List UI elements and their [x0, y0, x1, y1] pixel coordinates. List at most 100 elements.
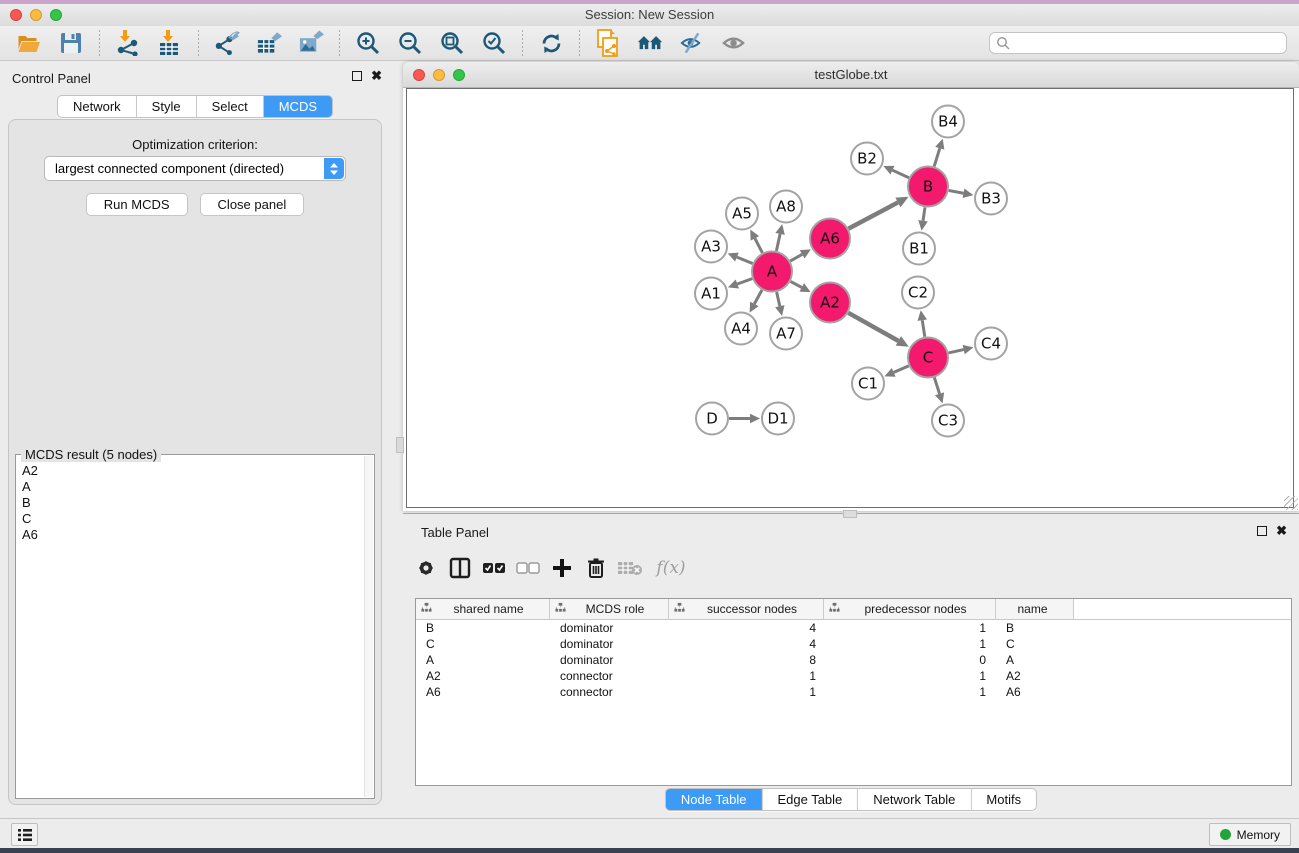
eye-slash-icon	[679, 31, 705, 55]
zoom-out-button[interactable]	[397, 30, 423, 56]
network-from-selection-button[interactable]	[595, 30, 621, 56]
graph-node-label: A5	[732, 205, 752, 223]
graph-edge-B-B3[interactable]	[949, 190, 964, 193]
graph-edge-C-C4[interactable]	[948, 350, 963, 353]
graph-edge-A-A3[interactable]	[737, 257, 753, 263]
task-history-button[interactable]	[11, 823, 38, 846]
table-panel-float-icon[interactable]	[1257, 526, 1267, 536]
first-neighbors-button[interactable]	[637, 30, 663, 56]
table-cell: 0	[824, 653, 996, 667]
search-input[interactable]	[1011, 34, 1286, 52]
network-zoom-button[interactable]	[453, 69, 465, 81]
mcds-result-scrollbar[interactable]	[364, 456, 373, 797]
window-resize-grip[interactable]	[1284, 496, 1298, 510]
table-panel-close-icon[interactable]: ✖	[1276, 526, 1287, 536]
graph-edge-A6-B[interactable]	[849, 202, 898, 228]
table-row[interactable]: A6connector11A6	[416, 684, 1291, 700]
graph-edge-B-B2[interactable]	[892, 170, 908, 178]
zoom-in-button[interactable]	[355, 30, 381, 56]
tab-motifs[interactable]: Motifs	[970, 789, 1036, 810]
import-table-button[interactable]	[157, 30, 183, 56]
column-header-label: MCDS role	[566, 602, 668, 616]
graph-edge-C-C3[interactable]	[934, 378, 939, 394]
mcds-result-item[interactable]: B	[22, 495, 362, 511]
export-image-button[interactable]	[298, 30, 324, 56]
mcds-result-item[interactable]: A	[22, 479, 362, 495]
mcds-result-item[interactable]: A2	[22, 463, 362, 479]
run-mcds-button[interactable]: Run MCDS	[86, 193, 188, 216]
save-session-button[interactable]	[58, 30, 84, 56]
show-all-button[interactable]	[721, 30, 747, 56]
graph-node-label: B4	[938, 113, 958, 131]
search-field[interactable]	[989, 32, 1287, 54]
add-column-button[interactable]	[547, 554, 577, 582]
control-panel-float-icon[interactable]	[352, 71, 362, 81]
zoom-fit-button[interactable]	[439, 30, 465, 56]
mcds-result-item[interactable]: A6	[22, 527, 362, 543]
graph-edge-C-C2[interactable]	[922, 320, 925, 337]
graph-edge-A-A5[interactable]	[755, 238, 762, 252]
export-network-button[interactable]	[214, 30, 240, 56]
tab-edge-table[interactable]: Edge Table	[761, 789, 857, 810]
graph-edge-A-A2[interactable]	[791, 281, 802, 287]
network-minimize-button[interactable]	[433, 69, 445, 81]
graph-edge-B-B4[interactable]	[934, 148, 940, 166]
table-cell: connector	[550, 669, 669, 683]
window-minimize-button[interactable]	[30, 9, 42, 21]
table-row[interactable]: Bdominator41B	[416, 620, 1291, 636]
graph-node-label: A4	[731, 320, 751, 338]
graph-edge-A-A6[interactable]	[790, 254, 802, 261]
graph-edge-A-A4[interactable]	[754, 290, 762, 304]
tab-network[interactable]: Network	[58, 96, 136, 117]
optimization-criterion-dropdown[interactable]: largest connected component (directed)	[44, 156, 346, 181]
column-header-predecessor-nodes[interactable]: predecessor nodes	[824, 599, 996, 619]
dropdown-spinner-icon	[324, 158, 344, 179]
network-canvas[interactable]: B4B2BB3B1A5A8A6A3AA1A4A7A2C2CC4C1C3DD1	[406, 88, 1294, 508]
graph-edge-A-A7[interactable]	[777, 292, 780, 306]
column-header-shared-name[interactable]: shared name	[416, 599, 550, 619]
delete-column-button[interactable]	[581, 554, 611, 582]
graph-edge-C-C1[interactable]	[894, 366, 909, 373]
deselect-all-button[interactable]	[513, 554, 543, 582]
column-header-name[interactable]: name	[996, 599, 1074, 619]
column-header-successor-nodes[interactable]: successor nodes	[669, 599, 824, 619]
memory-button[interactable]: Memory	[1209, 823, 1291, 846]
tab-mcds[interactable]: MCDS	[263, 96, 332, 117]
tab-style[interactable]: Style	[136, 96, 196, 117]
graph-edge-A-A8[interactable]	[776, 234, 780, 251]
select-all-button[interactable]	[479, 554, 509, 582]
graph-node-label: B	[923, 178, 933, 196]
vertical-splitter-handle[interactable]	[396, 437, 404, 453]
edge-arrowhead	[935, 392, 944, 403]
import-network-button[interactable]	[115, 30, 141, 56]
tab-network-table[interactable]: Network Table	[857, 789, 970, 810]
zoom-selected-button[interactable]	[481, 30, 507, 56]
delete-table-button[interactable]	[615, 554, 645, 582]
node-table[interactable]: shared name MCDS rolesuccessor nodesprede…	[415, 598, 1292, 786]
network-close-button[interactable]	[413, 69, 425, 81]
table-options-button[interactable]	[411, 554, 441, 582]
graph-node-label: A8	[776, 198, 796, 216]
table-row[interactable]: Cdominator41C	[416, 636, 1291, 652]
column-header-mcds-role[interactable]: MCDS role	[550, 599, 669, 619]
mcds-result-item[interactable]: C	[22, 511, 362, 527]
graph-edge-B-B1[interactable]	[923, 207, 925, 221]
graph-edge-A2-C[interactable]	[848, 313, 898, 341]
table-row[interactable]: Adominator80A	[416, 652, 1291, 668]
control-panel-close-icon[interactable]: ✖	[371, 71, 382, 81]
function-builder-button[interactable]: f(x)	[649, 554, 693, 582]
window-close-button[interactable]	[10, 9, 22, 21]
export-table-button[interactable]	[256, 30, 282, 56]
split-view-button[interactable]	[445, 554, 475, 582]
refresh-button[interactable]	[538, 30, 564, 56]
tab-node-table[interactable]: Node Table	[666, 789, 762, 810]
graph-node-label: A1	[701, 285, 721, 303]
hide-selected-button[interactable]	[679, 30, 705, 56]
horizontal-splitter-handle[interactable]	[843, 510, 857, 518]
table-row[interactable]: A2connector11A2	[416, 668, 1291, 684]
graph-edge-A-A1[interactable]	[737, 279, 752, 284]
open-session-button[interactable]	[16, 30, 42, 56]
tab-select[interactable]: Select	[196, 96, 263, 117]
window-zoom-button[interactable]	[50, 9, 62, 21]
close-panel-button[interactable]: Close panel	[200, 193, 305, 216]
